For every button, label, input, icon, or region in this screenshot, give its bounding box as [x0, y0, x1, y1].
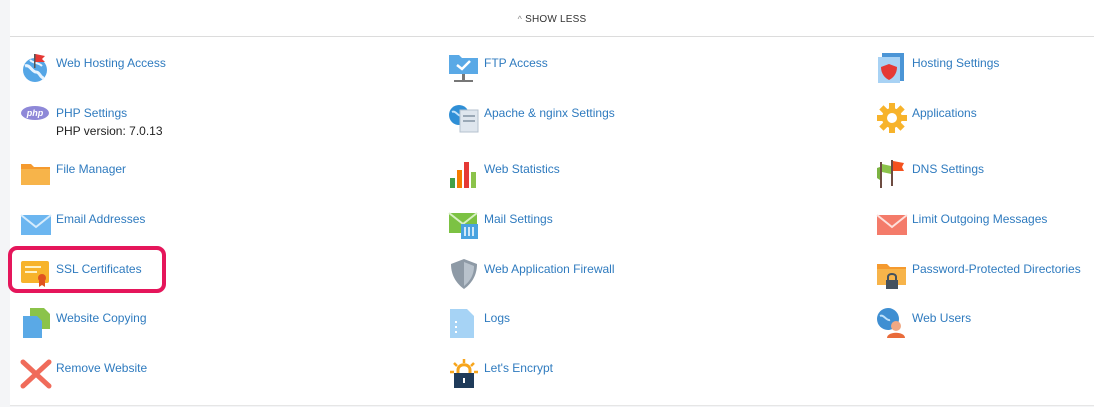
- dns-flags-icon: [877, 160, 904, 188]
- tool-file-manager[interactable]: File Manager: [20, 158, 360, 198]
- tool-label: Limit Outgoing Messages: [912, 212, 1048, 226]
- globe-flag-icon: [23, 54, 47, 82]
- tool-applications[interactable]: Applications: [876, 102, 1094, 142]
- tool-limit-outgoing-messages[interactable]: Limit Outgoing Messages: [876, 208, 1094, 248]
- tool-label: Password-Protected Directories: [912, 262, 1081, 276]
- ftp-folder-icon: [449, 55, 478, 82]
- tool-label: FTP Access: [484, 56, 548, 70]
- tool-apache-nginx-settings[interactable]: Apache & nginx Settings: [448, 102, 788, 142]
- tool-web-statistics[interactable]: Web Statistics: [448, 158, 788, 198]
- web-user-icon: [877, 308, 905, 338]
- remove-x-icon: [20, 359, 52, 389]
- mail-settings-icon: [448, 212, 478, 239]
- tool-label: Remove Website: [56, 361, 148, 375]
- tool-label: Email Addresses: [56, 212, 146, 226]
- show-less-toggle[interactable]: ^ SHOW LESS: [10, 0, 1094, 37]
- tool-label: Web Users: [912, 311, 972, 325]
- php-version-text: PHP version: 7.0.13: [56, 124, 163, 138]
- tool-label: Website Copying: [56, 311, 147, 325]
- envelope-icon: [20, 214, 52, 235]
- tool-label: Apache & nginx Settings: [484, 106, 615, 120]
- tool-label: Applications: [912, 106, 977, 120]
- highlight-box: [8, 246, 166, 293]
- svg-text:php: php: [26, 108, 44, 118]
- chevron-up-icon: ^: [517, 14, 523, 24]
- shield-icon: [451, 259, 477, 289]
- gear-icon: [877, 103, 907, 133]
- tool-php-settings[interactable]: php PHP Settings PHP version: 7.0.13: [20, 102, 360, 142]
- tool-label: Web Application Firewall: [484, 262, 615, 276]
- tool-label: Web Statistics: [484, 162, 560, 176]
- php-icon: php: [21, 106, 49, 120]
- tool-hosting-settings[interactable]: Hosting Settings: [876, 52, 1094, 92]
- lock-sun-icon: [450, 359, 478, 388]
- tool-label: Mail Settings: [484, 212, 553, 226]
- tool-logs[interactable]: Logs: [448, 307, 788, 347]
- tool-web-users[interactable]: Web Users: [876, 307, 1094, 347]
- tool-ftp-access[interactable]: FTP Access: [448, 52, 788, 92]
- tool-web-application-firewall[interactable]: Web Application Firewall: [448, 258, 788, 298]
- copy-documents-icon: [23, 308, 50, 338]
- tool-mail-settings[interactable]: Mail Settings: [448, 208, 788, 248]
- tool-label: Let's Encrypt: [484, 361, 553, 375]
- tool-lets-encrypt[interactable]: Let's Encrypt: [448, 357, 788, 397]
- tool-web-hosting-access[interactable]: Web Hosting Access: [20, 52, 360, 92]
- bar-chart-icon: [450, 162, 476, 188]
- tool-password-protected-directories[interactable]: Password-Protected Directories: [876, 258, 1094, 298]
- tool-email-addresses[interactable]: Email Addresses: [20, 208, 360, 248]
- folder-icon: [21, 164, 50, 185]
- tool-label: PHP Settings: [56, 106, 128, 120]
- log-file-icon: [450, 309, 474, 338]
- tool-dns-settings[interactable]: DNS Settings: [876, 158, 1094, 198]
- tool-label: DNS Settings: [912, 162, 985, 176]
- tool-website-copying[interactable]: Website Copying: [20, 307, 360, 347]
- server-globe-icon: [449, 105, 479, 133]
- tool-label: Web Hosting Access: [56, 56, 166, 70]
- tool-remove-website[interactable]: Remove Website: [20, 357, 360, 397]
- tool-label: Logs: [484, 311, 511, 325]
- hosting-settings-icon: [878, 53, 904, 83]
- tool-label: Hosting Settings: [912, 56, 1000, 70]
- tool-label: File Manager: [56, 162, 127, 176]
- locked-folder-icon: [877, 264, 906, 289]
- limit-mail-icon: [876, 214, 908, 235]
